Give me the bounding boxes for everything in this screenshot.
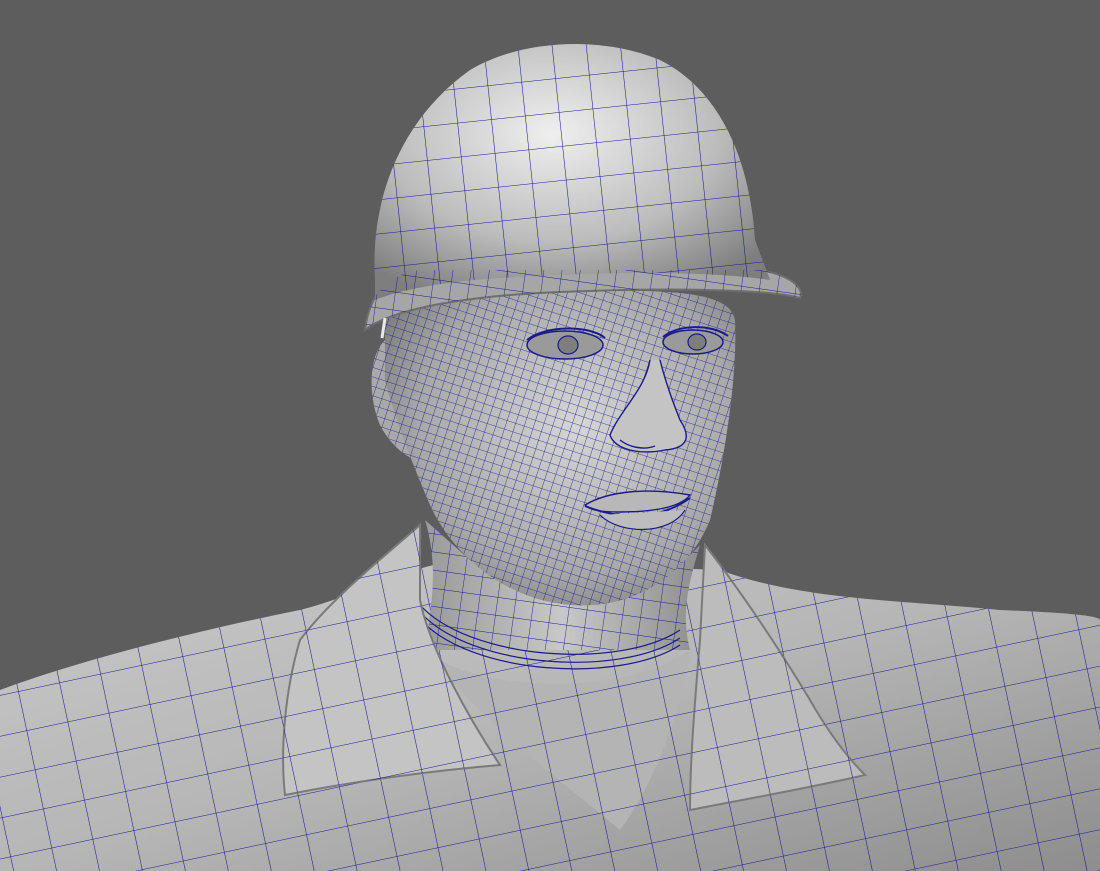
3d-viewport[interactable] [0, 0, 1100, 871]
viewport-canvas[interactable] [0, 0, 1100, 871]
